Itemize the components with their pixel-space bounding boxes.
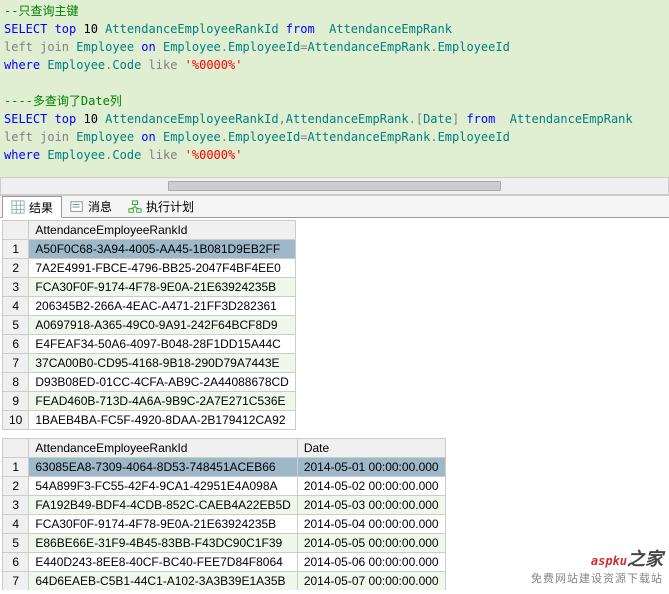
row-number: 2	[3, 477, 29, 496]
comment: --只查询主键	[4, 4, 78, 18]
table-row[interactable]: 6E440D243-8EE8-40CF-BC40-FEE7D84F8064201…	[3, 553, 446, 572]
cell[interactable]: FA192B49-BDF4-4CDB-852C-CAEB4A22EB5D	[29, 496, 297, 515]
cell[interactable]: 2014-05-05 00:00:00.000	[297, 534, 445, 553]
cell[interactable]: 2014-05-03 00:00:00.000	[297, 496, 445, 515]
cell[interactable]: 1BAEB4BA-FC5F-4920-8DAA-2B179412CA92	[29, 411, 295, 430]
tab-execution-plan[interactable]: 执行计划	[120, 196, 202, 217]
cell[interactable]: 2014-05-04 00:00:00.000	[297, 515, 445, 534]
table-row[interactable]: 5A0697918-A365-49C0-9A91-242F64BCF8D9	[3, 316, 296, 335]
message-icon	[70, 200, 84, 214]
grid-icon	[11, 200, 25, 214]
grid-corner	[3, 221, 29, 240]
table-row[interactable]: 163085EA8-7309-4064-8D53-748451ACEB66201…	[3, 458, 446, 477]
cell[interactable]: E440D243-8EE8-40CF-BC40-FEE7D84F8064	[29, 553, 297, 572]
col-header[interactable]: AttendanceEmployeeRankId	[29, 439, 297, 458]
cell[interactable]: 2014-05-06 00:00:00.000	[297, 553, 445, 572]
table-row[interactable]: 27A2E4991-FBCE-4796-BB25-2047F4BF4EE0	[3, 259, 296, 278]
table-row[interactable]: 9FEAD460B-713D-4A6A-9B9C-2A7E271C536E	[3, 392, 296, 411]
row-number: 9	[3, 392, 29, 411]
table-row[interactable]: 8D93B08ED-01CC-4CFA-AB9C-2A44088678CD	[3, 373, 296, 392]
table-row[interactable]: 6E4FEAF34-50A6-4097-B048-28F1DD15A44C	[3, 335, 296, 354]
row-number: 3	[3, 496, 29, 515]
row-number: 4	[3, 515, 29, 534]
cell[interactable]: 37CA00B0-CD95-4168-9B18-290D79A7443E	[29, 354, 295, 373]
cell[interactable]: 2014-05-01 00:00:00.000	[297, 458, 445, 477]
table-row[interactable]: 254A899F3-FC55-42F4-9CA1-42951E4A098A201…	[3, 477, 446, 496]
cell[interactable]: 7A2E4991-FBCE-4796-BB25-2047F4BF4EE0	[29, 259, 295, 278]
table-row[interactable]: 4FCA30F0F-9174-4F78-9E0A-21E63924235B201…	[3, 515, 446, 534]
tab-messages[interactable]: 消息	[62, 196, 120, 217]
row-number: 10	[3, 411, 29, 430]
row-number: 3	[3, 278, 29, 297]
cell[interactable]: FEAD460B-713D-4A6A-9B9C-2A7E271C536E	[29, 392, 295, 411]
row-number: 5	[3, 316, 29, 335]
grid-corner	[3, 439, 29, 458]
cell[interactable]: FCA30F0F-9174-4F78-9E0A-21E63924235B	[29, 278, 295, 297]
table-row[interactable]: 3FCA30F0F-9174-4F78-9E0A-21E63924235B	[3, 278, 296, 297]
cell[interactable]: E4FEAF34-50A6-4097-B048-28F1DD15A44C	[29, 335, 295, 354]
row-number: 1	[3, 458, 29, 477]
row-number: 1	[3, 240, 29, 259]
cell[interactable]: 2014-05-07 00:00:00.000	[297, 572, 445, 591]
table-row[interactable]: 764D6EAEB-C5B1-44C1-A102-3A3B39E1A35B201…	[3, 572, 446, 591]
sql-editor[interactable]: --只查询主键 SELECT top 10 AttendanceEmployee…	[0, 0, 669, 177]
row-number: 7	[3, 354, 29, 373]
row-number: 6	[3, 335, 29, 354]
results-pane: AttendanceEmployeeRankId1A50F0C68-3A94-4…	[0, 218, 669, 590]
cell[interactable]: A50F0C68-3A94-4005-AA45-1B081D9EB2FF	[29, 240, 295, 259]
col-header[interactable]: AttendanceEmployeeRankId	[29, 221, 295, 240]
cell[interactable]: 206345B2-266A-4EAC-A471-21FF3D282361	[29, 297, 295, 316]
table-row[interactable]: 737CA00B0-CD95-4168-9B18-290D79A7443E	[3, 354, 296, 373]
row-number: 4	[3, 297, 29, 316]
cell[interactable]: 54A899F3-FC55-42F4-9CA1-42951E4A098A	[29, 477, 297, 496]
results-tabs: 结果 消息 执行计划	[0, 195, 669, 218]
row-number: 5	[3, 534, 29, 553]
cell[interactable]: 2014-05-02 00:00:00.000	[297, 477, 445, 496]
row-number: 7	[3, 572, 29, 591]
cell[interactable]: 63085EA8-7309-4064-8D53-748451ACEB66	[29, 458, 297, 477]
plan-icon	[128, 200, 142, 214]
cell[interactable]: E86BE66E-31F9-4B45-83BB-F43DC90C1F39	[29, 534, 297, 553]
result-grid-2[interactable]: AttendanceEmployeeRankIdDate163085EA8-73…	[2, 438, 446, 590]
comment: ----多查询了Date列	[4, 94, 122, 108]
col-header[interactable]: Date	[297, 439, 445, 458]
table-row[interactable]: 4206345B2-266A-4EAC-A471-21FF3D282361	[3, 297, 296, 316]
cell[interactable]: 64D6EAEB-C5B1-44C1-A102-3A3B39E1A35B	[29, 572, 297, 591]
tab-results[interactable]: 结果	[2, 196, 62, 218]
cell[interactable]: D93B08ED-01CC-4CFA-AB9C-2A44088678CD	[29, 373, 295, 392]
row-number: 8	[3, 373, 29, 392]
horizontal-scrollbar[interactable]	[0, 177, 669, 195]
table-row[interactable]: 5E86BE66E-31F9-4B45-83BB-F43DC90C1F39201…	[3, 534, 446, 553]
table-row[interactable]: 1A50F0C68-3A94-4005-AA45-1B081D9EB2FF	[3, 240, 296, 259]
table-row[interactable]: 3FA192B49-BDF4-4CDB-852C-CAEB4A22EB5D201…	[3, 496, 446, 515]
row-number: 6	[3, 553, 29, 572]
result-grid-1[interactable]: AttendanceEmployeeRankId1A50F0C68-3A94-4…	[2, 220, 296, 430]
cell[interactable]: A0697918-A365-49C0-9A91-242F64BCF8D9	[29, 316, 295, 335]
cell[interactable]: FCA30F0F-9174-4F78-9E0A-21E63924235B	[29, 515, 297, 534]
row-number: 2	[3, 259, 29, 278]
table-row[interactable]: 101BAEB4BA-FC5F-4920-8DAA-2B179412CA92	[3, 411, 296, 430]
